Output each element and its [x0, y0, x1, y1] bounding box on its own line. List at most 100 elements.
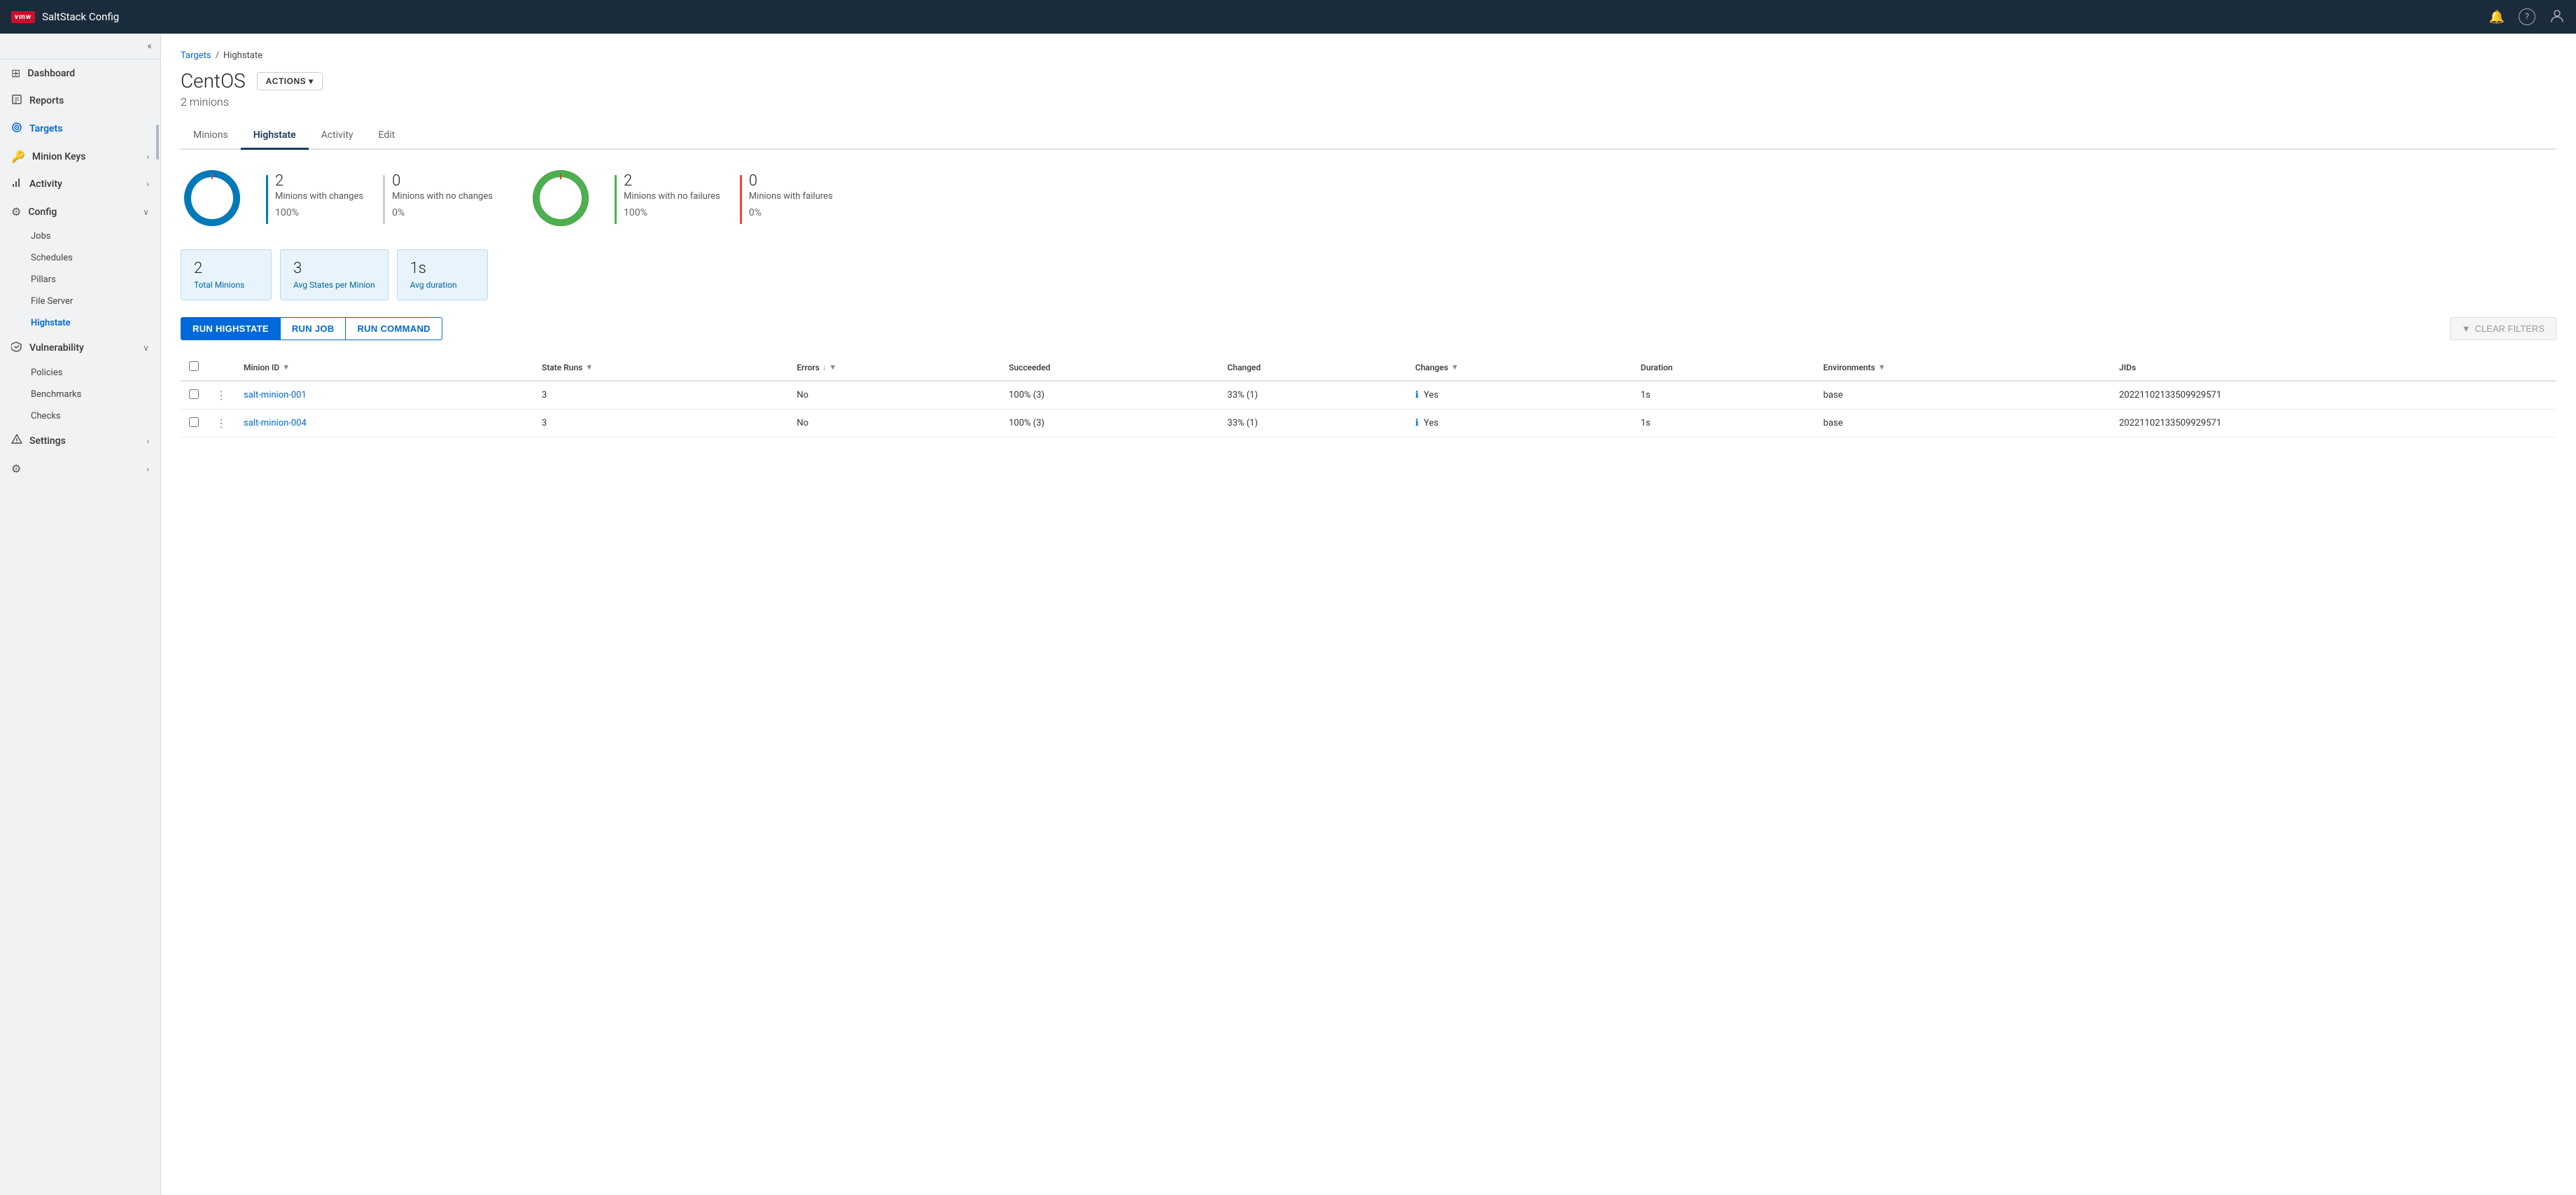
row2-menu-cell: ⋮: [207, 410, 235, 438]
row1-minion-link[interactable]: salt-minion-001: [244, 390, 307, 400]
sidebar-item-activity[interactable]: Activity ›: [0, 170, 160, 198]
row1-minion-id: salt-minion-001: [235, 381, 533, 410]
donut-failures-chart: [529, 167, 592, 230]
row2-minion-link[interactable]: salt-minion-004: [244, 418, 307, 428]
sidebar-vulnerability-label: Settings: [29, 435, 66, 447]
row1-checkbox[interactable]: [189, 389, 199, 399]
breadcrumb-targets-link[interactable]: Targets: [181, 50, 211, 61]
errors-filter-icon[interactable]: ▼: [829, 363, 836, 372]
top-nav-left: vmw SaltStack Config: [11, 11, 119, 23]
row2-changes: ℹ Yes: [1407, 410, 1632, 438]
tab-highstate[interactable]: Highstate: [241, 123, 309, 150]
th-minion-id[interactable]: Minion ID ▼: [235, 354, 533, 381]
th-select-all: [181, 354, 207, 381]
activity-chevron: ›: [146, 179, 149, 189]
clear-filters-button[interactable]: ▼ CLEAR FILTERS: [2450, 317, 2556, 340]
actions-button[interactable]: ACTIONS ▾: [257, 72, 323, 90]
sidebar-sub-benchmarks[interactable]: Benchmarks: [0, 384, 160, 405]
total-minions-label: Total Minions: [194, 280, 258, 290]
sidebar-item-settings[interactable]: ⚙ ›: [0, 455, 160, 482]
top-nav: vmw SaltStack Config 🔔 ?: [0, 0, 2576, 34]
run-highstate-button[interactable]: RUN HIGHSTATE: [181, 317, 281, 340]
main-layout: « ⊞ Dashboard Reports Targets 🔑 Minion K…: [0, 34, 2576, 1195]
row2-checkbox[interactable]: [189, 417, 199, 427]
help-icon[interactable]: ?: [2519, 8, 2535, 25]
stat-desc-no-failures: Minions with no failures: [624, 191, 720, 203]
config-chevron: ∨: [143, 207, 149, 217]
sidebar-sub-jobs[interactable]: Jobs: [0, 225, 160, 247]
sidebar-activity-label: Activity: [29, 179, 62, 190]
stat-desc-changes: Minions with changes: [275, 191, 363, 203]
summary-card-avg-duration: 1s Avg duration: [397, 249, 488, 300]
settings-icon: ⚙: [11, 462, 21, 475]
row2-jids: 20221102133509929571: [2110, 410, 2556, 438]
row2-checkbox-cell: [181, 410, 207, 438]
sidebar-item-config[interactable]: ⚙ Config ∨: [0, 198, 160, 225]
th-environments[interactable]: Environments ▼: [1815, 354, 2111, 381]
sidebar-item-minion-keys[interactable]: 🔑 Minion Keys ›: [0, 143, 160, 170]
row1-context-menu[interactable]: ⋮: [216, 389, 227, 402]
stat-bar-no-failures: [615, 175, 617, 224]
sidebar-sub-policies[interactable]: Policies: [0, 362, 160, 384]
th-jids: JIDs: [2110, 354, 2556, 381]
sidebar-sub-schedules[interactable]: Schedules: [0, 247, 160, 269]
sidebar-header: «: [0, 34, 160, 60]
action-btn-group: RUN HIGHSTATE RUN JOB RUN COMMAND: [181, 317, 442, 340]
th-changes[interactable]: Changes ▼: [1407, 354, 1632, 381]
minions-table: Minion ID ▼ State Runs ▼: [181, 354, 2556, 438]
minion-id-sort-icon[interactable]: ▼: [282, 363, 290, 372]
sidebar-sub-highstate[interactable]: Highstate: [0, 312, 160, 334]
compliance-icon: [11, 341, 22, 355]
row2-minion-id: salt-minion-004: [235, 410, 533, 438]
page-header: CentOS ACTIONS ▾: [181, 69, 2556, 92]
stat-changes: 2 Minions with changes 100%: [266, 172, 363, 224]
sidebar-item-dashboard[interactable]: ⊞ Dashboard: [0, 60, 160, 87]
user-icon[interactable]: [2549, 8, 2565, 27]
errors-sort-down-icon[interactable]: ↓: [822, 363, 827, 372]
th-state-runs[interactable]: State Runs ▼: [533, 354, 788, 381]
select-all-checkbox[interactable]: [189, 361, 199, 371]
tab-activity[interactable]: Activity: [309, 123, 366, 150]
run-job-button[interactable]: RUN JOB: [281, 317, 346, 340]
sidebar-item-targets[interactable]: Targets: [0, 115, 160, 143]
row1-changes-info-icon[interactable]: ℹ: [1415, 390, 1419, 400]
sidebar-item-compliance[interactable]: Vulnerability ∨: [0, 334, 160, 362]
changes-filter-icon[interactable]: ▼: [1451, 363, 1459, 372]
donut-changes-chart: [181, 167, 244, 230]
collapse-sidebar-icon[interactable]: «: [147, 41, 152, 52]
row1-checkbox-cell: [181, 381, 207, 410]
row2-context-menu[interactable]: ⋮: [216, 417, 227, 430]
sidebar-sub-file-server[interactable]: File Server: [0, 291, 160, 312]
stat-content-no-changes: 0 Minions with no changes 0%: [392, 172, 493, 218]
vulnerability-icon: [11, 434, 22, 448]
row1-menu-cell: ⋮: [207, 381, 235, 410]
row1-changes: ℹ Yes: [1407, 381, 1632, 410]
tab-minions[interactable]: Minions: [181, 123, 241, 150]
sidebar-sub-checks[interactable]: Checks: [0, 405, 160, 427]
total-minions-value: 2: [194, 260, 258, 277]
actions-label: ACTIONS: [266, 76, 307, 86]
state-runs-sort-icon[interactable]: ▼: [585, 363, 593, 372]
table-header: Minion ID ▼ State Runs ▼: [181, 354, 2556, 381]
sidebar-sub-pillars[interactable]: Pillars: [0, 269, 160, 291]
bell-icon[interactable]: 🔔: [2489, 10, 2505, 25]
tab-edit[interactable]: Edit: [366, 123, 408, 150]
app-title: SaltStack Config: [42, 11, 119, 23]
row2-changed: 33% (1): [1219, 410, 1406, 438]
sidebar-targets-label: Targets: [29, 123, 62, 134]
stat-pct-changes: 100%: [275, 207, 363, 218]
stat-pct-failures: 0%: [749, 207, 833, 218]
environments-filter-icon[interactable]: ▼: [1878, 363, 1886, 372]
settings-chevron: ›: [146, 464, 149, 474]
sidebar-item-reports[interactable]: Reports: [0, 87, 160, 115]
stat-pct-no-changes: 0%: [392, 207, 493, 218]
vmw-logo: vmw: [11, 11, 35, 23]
row2-duration: 1s: [1632, 410, 1815, 438]
row1-duration: 1s: [1632, 381, 1815, 410]
row2-changes-info-icon[interactable]: ℹ: [1415, 418, 1419, 428]
th-errors[interactable]: Errors ↓ ▼: [788, 354, 1000, 381]
row1-environments: base: [1815, 381, 2111, 410]
run-command-button[interactable]: RUN COMMAND: [346, 317, 442, 340]
sidebar-item-vulnerability[interactable]: Settings ›: [0, 427, 160, 455]
breadcrumb-current: Highstate: [223, 50, 262, 61]
